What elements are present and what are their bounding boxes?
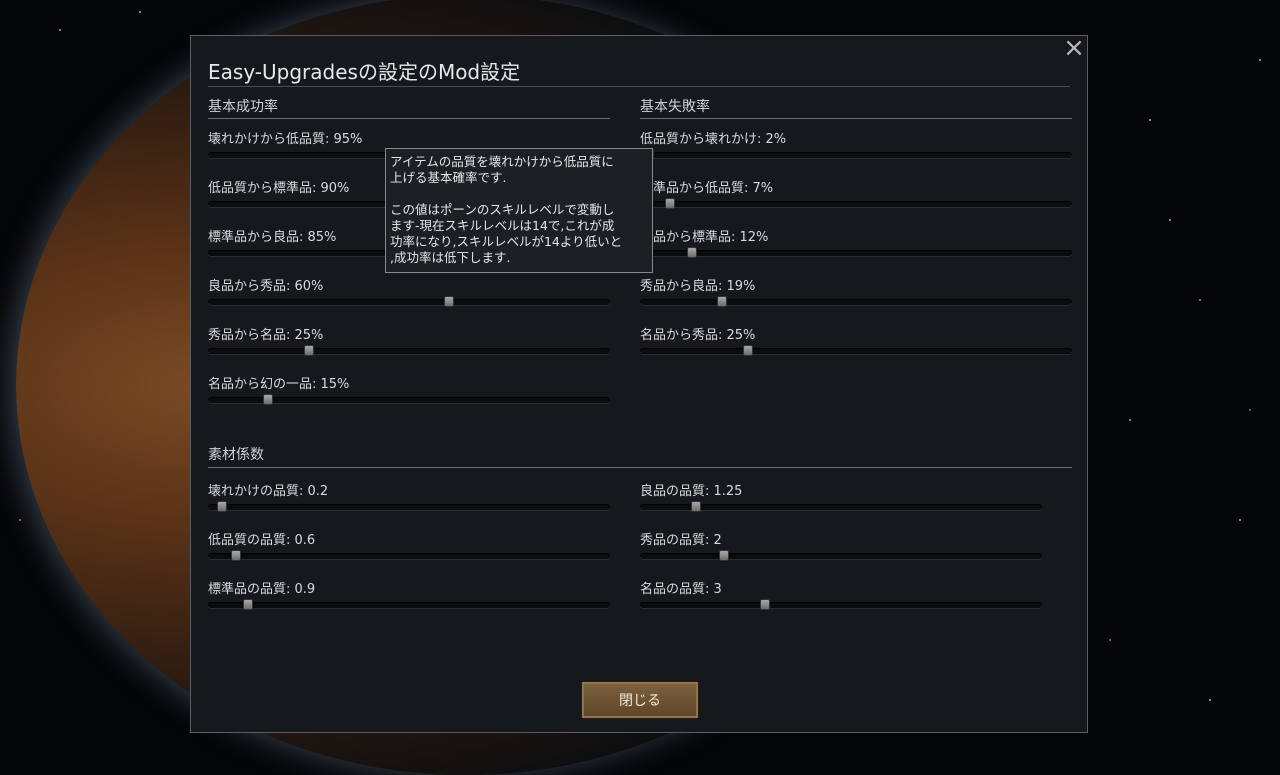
success-5-setting: 名品から幻の一品: 15%	[208, 373, 610, 405]
success-4-label: 秀品から名品: 25%	[208, 328, 324, 343]
material-left-2-slider[interactable]	[208, 599, 610, 610]
material-right-0-slider-handle[interactable]	[691, 501, 702, 512]
success-4-slider-handle[interactable]	[303, 345, 314, 356]
mod-settings-dialog: Easy-Upgradesの設定のMod設定 × 基本成功率 基本失敗率 素材係…	[190, 35, 1088, 733]
failure-0-label: 低品質から壊れかけ: 2%	[640, 132, 787, 147]
material-right-1-setting: 秀品の品質: 2	[640, 529, 1042, 561]
success-0-label: 壊れかけから低品質: 95%	[208, 132, 363, 147]
material-right-1-slider[interactable]	[640, 550, 1042, 561]
material-left-1-slider[interactable]	[208, 550, 610, 561]
success-3-slider-handle[interactable]	[444, 296, 455, 307]
material-left-2-slider-handle[interactable]	[243, 599, 254, 610]
material-right-0-slider[interactable]	[640, 501, 1042, 512]
failure-3-setting: 秀品から良品: 19%	[640, 275, 1072, 307]
material-left-0-slider-handle[interactable]	[217, 501, 228, 512]
failure-1-setting: 標準品から低品質: 7%	[640, 177, 1072, 209]
material-right-0-label: 良品の品質: 1.25	[640, 484, 743, 499]
material-right-2-label: 名品の品質: 3	[640, 582, 722, 597]
material-right-2-slider-handle[interactable]	[759, 599, 770, 610]
success-5-label: 名品から幻の一品: 15%	[208, 377, 350, 392]
material-right-2-slider[interactable]	[640, 599, 1042, 610]
success-4-slider[interactable]	[208, 345, 610, 356]
material-right-1-label: 秀品の品質: 2	[640, 533, 722, 548]
material-left-1-label: 低品質の品質: 0.6	[208, 533, 316, 548]
failure-2-setting: 良品から標準品: 12%	[640, 226, 1072, 258]
material-left-1-setting: 低品質の品質: 0.6	[208, 529, 610, 561]
material-left-1-slider-handle[interactable]	[231, 550, 242, 561]
success-4-setting: 秀品から名品: 25%	[208, 324, 610, 356]
close-button[interactable]: 閉じる	[581, 681, 699, 719]
failure-4-slider[interactable]	[640, 345, 1072, 356]
success-heading: 基本成功率	[208, 99, 278, 115]
success-5-slider-handle[interactable]	[263, 394, 274, 405]
failure-3-slider-handle[interactable]	[717, 296, 728, 307]
failure-4-label: 名品から秀品: 25%	[640, 328, 756, 343]
failure-4-slider-handle[interactable]	[743, 345, 753, 356]
material-left-0-setting: 壊れかけの品質: 0.2	[208, 480, 610, 512]
failure-1-slider[interactable]	[640, 198, 1072, 209]
success-5-slider[interactable]	[208, 394, 610, 405]
success-3-setting: 良品から秀品: 60%	[208, 275, 610, 307]
material-left-0-slider[interactable]	[208, 501, 610, 512]
success-3-label: 良品から秀品: 60%	[208, 279, 324, 294]
title-divider	[208, 86, 1070, 87]
material-left-2-setting: 標準品の品質: 0.9	[208, 578, 610, 610]
failure-3-slider[interactable]	[640, 296, 1072, 307]
tooltip: アイテムの品質を壊れかけから低品質に 上げる基本確率です. この値はポーンのスキ…	[385, 148, 653, 273]
material-right-1-slider-handle[interactable]	[719, 550, 730, 561]
failure-0-setting: 低品質から壊れかけ: 2%	[640, 128, 1072, 160]
failure-2-label: 良品から標準品: 12%	[640, 230, 769, 245]
success-0-setting: 壊れかけから低品質: 95%	[208, 128, 610, 160]
material-heading: 素材係数	[208, 447, 264, 463]
material-left-2-label: 標準品の品質: 0.9	[208, 582, 316, 597]
dialog-title: Easy-Upgradesの設定のMod設定	[208, 60, 521, 84]
success-3-slider[interactable]	[208, 296, 610, 307]
failure-1-slider-handle[interactable]	[665, 198, 676, 209]
failure-divider	[640, 118, 1072, 119]
failure-1-label: 標準品から低品質: 7%	[640, 181, 774, 196]
success-divider	[208, 118, 610, 119]
failure-0-slider[interactable]	[640, 149, 1072, 160]
close-icon[interactable]: ×	[1061, 35, 1087, 62]
material-right-0-setting: 良品の品質: 1.25	[640, 480, 1042, 512]
failure-4-setting: 名品から秀品: 25%	[640, 324, 1072, 356]
failure-2-slider-handle[interactable]	[686, 247, 697, 258]
failure-3-label: 秀品から良品: 19%	[640, 279, 756, 294]
material-left-0-label: 壊れかけの品質: 0.2	[208, 484, 329, 499]
material-right-2-setting: 名品の品質: 3	[640, 578, 1042, 610]
failure-heading: 基本失敗率	[640, 99, 710, 115]
material-divider	[208, 467, 1072, 468]
failure-2-slider[interactable]	[640, 247, 1072, 258]
